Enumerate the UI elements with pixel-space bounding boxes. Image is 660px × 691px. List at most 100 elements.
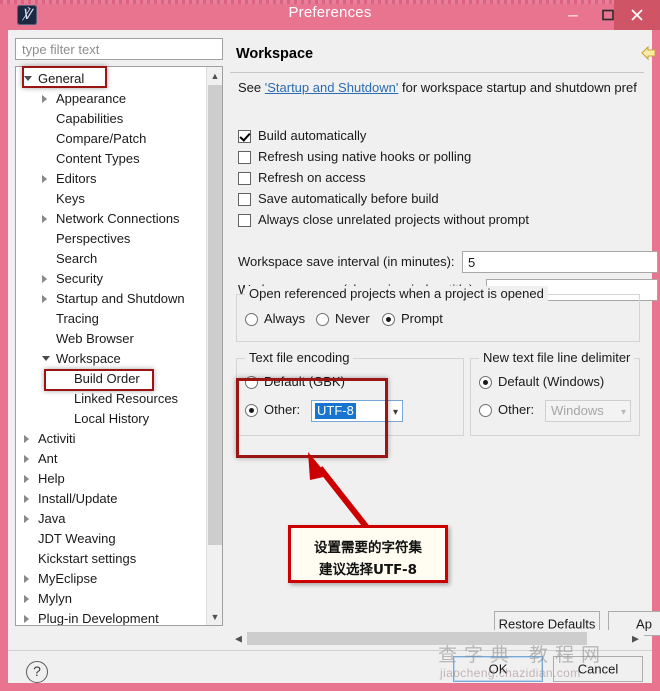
radio-encoding-other-indicator <box>245 404 258 417</box>
checkbox-label: Always close unrelated projects without … <box>258 212 529 227</box>
tree-item-mylyn[interactable]: Mylyn <box>16 589 206 609</box>
text-file-encoding-legend: Text file encoding <box>245 350 354 365</box>
preferences-window: ℣ Preferences type filter text General Ap… <box>0 0 660 691</box>
cancel-button[interactable]: Cancel <box>553 656 643 682</box>
expand-arrow-closed-icon[interactable] <box>42 175 47 183</box>
tree-item-web-browser[interactable]: Web Browser <box>16 329 206 349</box>
tree-item-appearance[interactable]: Appearance <box>16 89 206 109</box>
help-icon[interactable]: ? <box>26 661 48 683</box>
tree-item-tracing[interactable]: Tracing <box>16 309 206 329</box>
scroll-left-icon[interactable]: ◀ <box>230 630 247 647</box>
dialog-footer: ? OK Cancel <box>8 651 652 683</box>
tree-item-keys[interactable]: Keys <box>16 189 206 209</box>
title-divider <box>230 72 644 73</box>
tree-item-myeclipse[interactable]: MyEclipse <box>16 569 206 589</box>
preference-tree[interactable]: General Appearance Capabilities Compare/Pat… <box>15 66 223 626</box>
tree-item-ant[interactable]: Ant <box>16 449 206 469</box>
tree-item-label: Security <box>56 271 103 286</box>
radio-delimiter-other-indicator <box>479 404 492 417</box>
field-input[interactable]: 5 <box>462 251 658 273</box>
checkbox-label: Refresh on access <box>258 170 366 185</box>
expand-arrow-closed-icon[interactable] <box>24 495 29 503</box>
checkbox-indicator <box>238 214 251 227</box>
expand-arrow-closed-icon[interactable] <box>42 275 47 283</box>
radio-prompt-label: Prompt <box>401 311 443 326</box>
tree-item-activiti[interactable]: Activiti <box>16 429 206 449</box>
encoding-combo[interactable]: UTF-8 ▾ <box>311 400 403 422</box>
tree-item-label: Ant <box>38 451 58 466</box>
tree-item-jdt-weaving[interactable]: JDT Weaving <box>16 529 206 549</box>
tree-item-workspace[interactable]: Workspace <box>16 349 206 369</box>
scrollbar-thumb[interactable] <box>208 85 222 545</box>
tree-item-local-history[interactable]: Local History <box>16 409 206 429</box>
radio-delimiter-other-label: Other: <box>498 402 535 417</box>
startup-shutdown-hint: See 'Startup and Shutdown' for workspace… <box>238 80 644 98</box>
tree-item-label: Plug-in Development <box>38 611 159 626</box>
expand-arrow-closed-icon[interactable] <box>24 475 29 483</box>
expand-arrow-closed-icon[interactable] <box>24 595 29 603</box>
radio-always-indicator <box>245 313 258 326</box>
search-input[interactable]: type filter text <box>15 38 223 60</box>
text-file-encoding-group: Text file encoding Default (GBK) Other: … <box>236 350 464 436</box>
tree-item-content-types[interactable]: Content Types <box>16 149 206 169</box>
tree-item-label: Install/Update <box>38 491 118 506</box>
expand-arrow-closed-icon[interactable] <box>24 435 29 443</box>
expand-arrow-closed-icon[interactable] <box>24 455 29 463</box>
scroll-up-icon[interactable]: ▲ <box>207 67 222 84</box>
tree-item-linked-resources[interactable]: Linked Resources <box>16 389 206 409</box>
minimize-icon[interactable] <box>555 0 590 30</box>
expand-arrow-closed-icon[interactable] <box>24 615 29 623</box>
tree-item-label: Build Order <box>74 371 140 386</box>
hint-prefix: See <box>238 80 265 95</box>
tree-vertical-scrollbar[interactable]: ▲ ▼ <box>206 67 222 625</box>
expand-arrow-closed-icon[interactable] <box>42 295 47 303</box>
radio-never-label: Never <box>335 311 370 326</box>
tree-item-startup-and-shutdown[interactable]: Startup and Shutdown <box>16 289 206 309</box>
startup-and-shutdown-link[interactable]: 'Startup and Shutdown' <box>265 80 399 95</box>
checkbox-label: Save automatically before build <box>258 191 439 206</box>
tree-item-java[interactable]: Java <box>16 509 206 529</box>
expand-arrow-open-icon[interactable] <box>42 355 50 363</box>
tree-item-search[interactable]: Search <box>16 249 206 269</box>
tree-item-security[interactable]: Security <box>16 269 206 289</box>
annotation-callout: 设置需要的字符集 建议选择UTF-8 <box>288 525 448 583</box>
expand-arrow-closed-icon[interactable] <box>24 575 29 583</box>
tree-item-general[interactable]: General <box>16 69 206 89</box>
restore-defaults-label: Restore Defaults <box>498 616 596 631</box>
close-icon[interactable] <box>614 0 660 30</box>
radio-encoding-other-label: Other: <box>264 402 301 417</box>
chevron-down-icon-disabled: ▾ <box>620 407 626 418</box>
dialog-body: type filter text General Appearance Capabi… <box>8 30 660 683</box>
tree-item-editors[interactable]: Editors <box>16 169 206 189</box>
delimiter-combo: Windows ▾ <box>545 400 631 422</box>
expand-arrow-closed-icon[interactable] <box>42 215 47 223</box>
back-arrow-icon[interactable] <box>640 45 658 63</box>
radio-always-label: Always <box>264 311 306 326</box>
tree-item-kickstart-settings[interactable]: Kickstart settings <box>16 549 206 569</box>
scroll-down-icon[interactable]: ▼ <box>207 608 222 625</box>
tree-item-network-connections[interactable]: Network Connections <box>16 209 206 229</box>
tree-item-help[interactable]: Help <box>16 469 206 489</box>
tree-item-install-update[interactable]: Install/Update <box>16 489 206 509</box>
tree-item-label: Help <box>38 471 65 486</box>
encoding-combo-value: UTF-8 <box>315 403 356 419</box>
page-horizontal-scrollbar[interactable]: ◀ ▶ <box>230 630 644 647</box>
tree-item-label: Startup and Shutdown <box>56 291 185 306</box>
search-input-placeholder: type filter text <box>22 42 100 57</box>
expand-arrow-open-icon[interactable] <box>24 75 32 83</box>
scroll-right-icon[interactable]: ▶ <box>627 630 644 647</box>
ok-label: OK <box>488 661 508 677</box>
tree-item-plug-in-development[interactable]: Plug-in Development <box>16 609 206 626</box>
tree-item-capabilities[interactable]: Capabilities <box>16 109 206 129</box>
tree-item-build-order[interactable]: Build Order <box>16 369 206 389</box>
expand-arrow-closed-icon[interactable] <box>42 95 47 103</box>
open-referenced-projects-group: Open referenced projects when a project … <box>236 286 640 342</box>
tree-item-perspectives[interactable]: Perspectives <box>16 229 206 249</box>
hscrollbar-thumb[interactable] <box>247 632 587 645</box>
radio-encoding-default-indicator <box>245 376 258 389</box>
tree-item-compare-patch[interactable]: Compare/Patch <box>16 129 206 149</box>
expand-arrow-closed-icon[interactable] <box>24 515 29 523</box>
checkbox-label: Refresh using native hooks or polling <box>258 149 472 164</box>
tree-item-label: Keys <box>56 191 85 206</box>
ok-button[interactable]: OK <box>453 656 543 682</box>
